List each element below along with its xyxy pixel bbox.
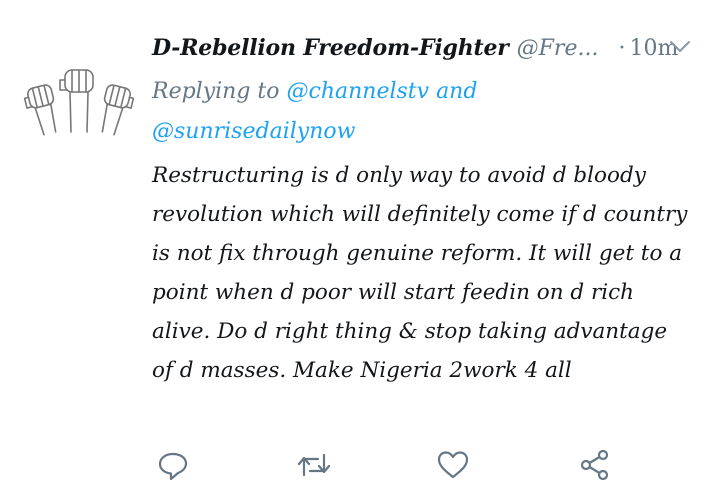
reply-button[interactable] — [156, 448, 196, 482]
mention-link-sunrisedailynow[interactable]: @sunrisedailynow — [152, 119, 355, 144]
reply-prefix: Replying to — [152, 79, 280, 104]
retweet-button[interactable] — [296, 448, 336, 482]
retweet-icon — [297, 453, 331, 477]
user-handle[interactable]: @Fre... — [517, 36, 599, 61]
profile-avatar[interactable] — [22, 62, 135, 140]
reply-context: Replying to @channelstv and @sunrisedail… — [152, 72, 692, 152]
separator-dot: · — [618, 35, 626, 61]
reply-icon — [158, 452, 188, 481]
reply-conjunction: and — [436, 79, 478, 104]
tweet-text: Restructuring is d only way to avoid d b… — [152, 163, 688, 383]
raised-fists-icon — [23, 69, 135, 136]
tweet: D-Rebellion Freedom-Fighter @Fre... · 10… — [0, 0, 720, 482]
share-button[interactable] — [578, 448, 618, 482]
like-button[interactable] — [436, 448, 476, 482]
mention-link-channelstv[interactable]: @channelstv — [287, 79, 430, 104]
tweet-header: D-Rebellion Freedom-Fighter @Fre... · 10… — [152, 28, 700, 68]
heart-icon — [437, 451, 469, 479]
tweet-menu-button[interactable] — [668, 38, 692, 56]
chevron-down-icon — [670, 41, 690, 52]
display-name[interactable]: D-Rebellion Freedom-Fighter — [152, 35, 509, 61]
tweet-actions — [150, 448, 630, 482]
share-icon — [580, 449, 609, 481]
